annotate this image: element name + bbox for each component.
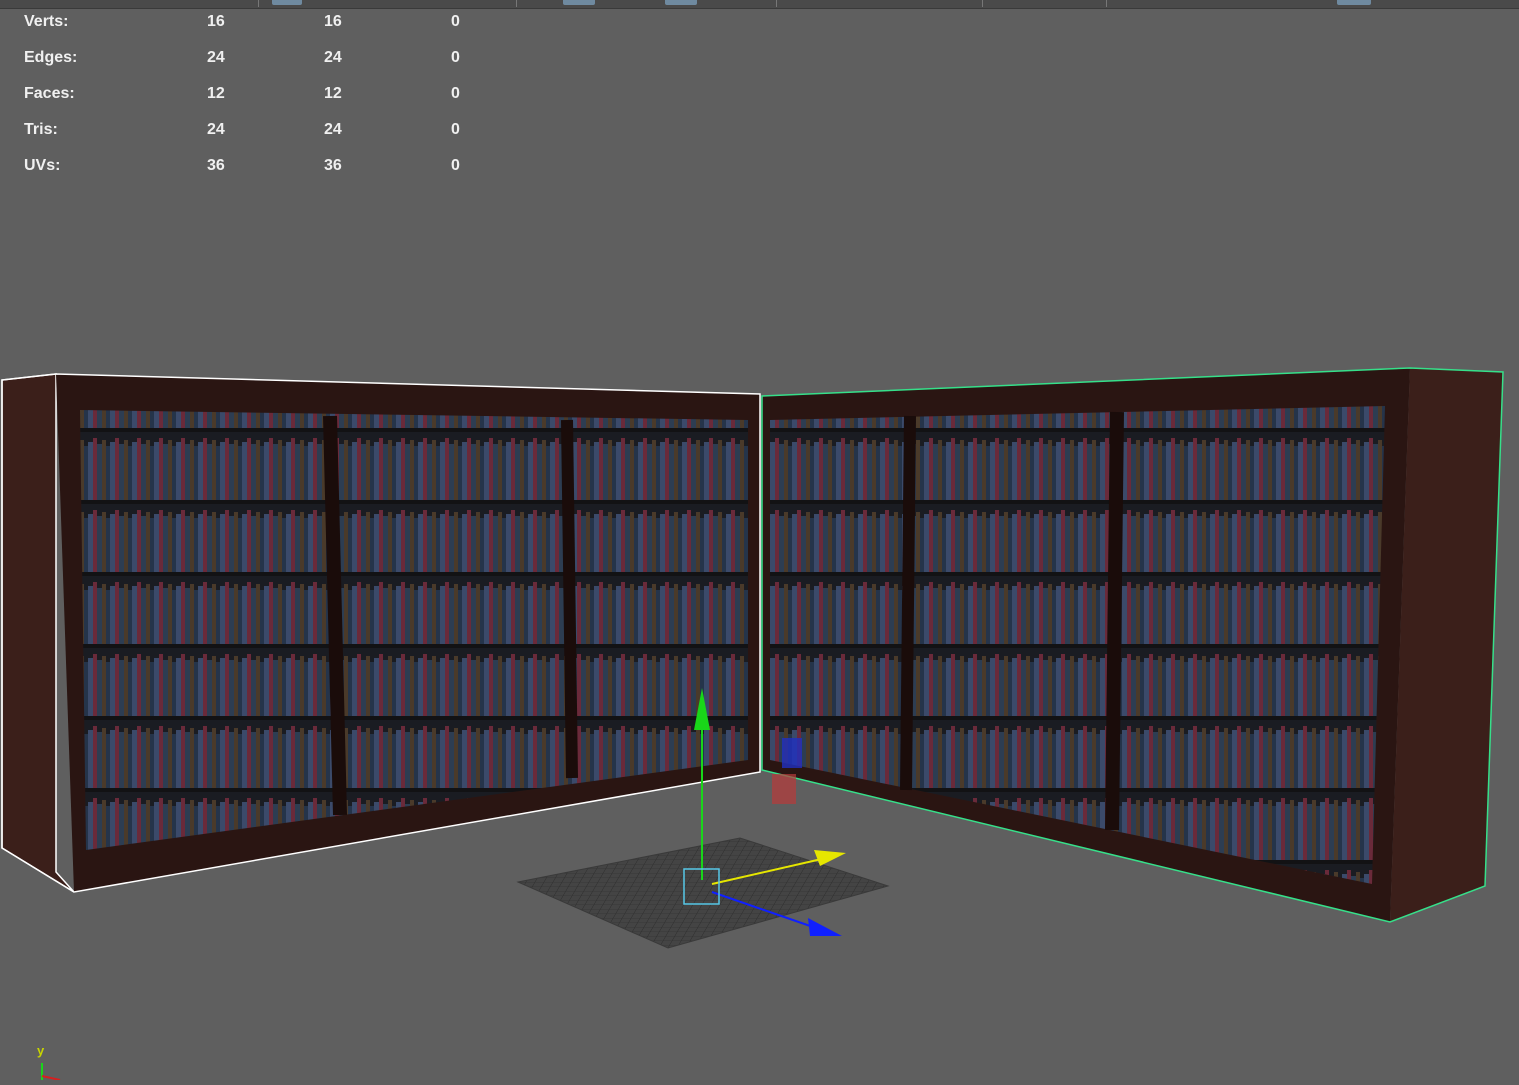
bookshelf-right-divider [900,415,916,791]
bookshelf-right-divider [1105,411,1124,831]
plane-handle-z[interactable] [782,738,802,768]
bookshelf-right[interactable] [761,367,1504,923]
bookshelf-right-books [770,406,1385,884]
view-axis-y-label: y [37,1043,45,1058]
manip-z-arrow[interactable] [808,918,842,936]
bookshelf-left[interactable] [1,373,761,893]
3d-viewport[interactable]: Verts: 16 16 0 Edges: 24 24 0 Faces: 12 … [0,0,1519,1081]
bookshelf-left-divider [323,415,347,816]
scene-canvas[interactable] [0,0,1519,1080]
bookshelf-left-divider [561,419,578,779]
plane-handle-x[interactable] [772,774,796,804]
